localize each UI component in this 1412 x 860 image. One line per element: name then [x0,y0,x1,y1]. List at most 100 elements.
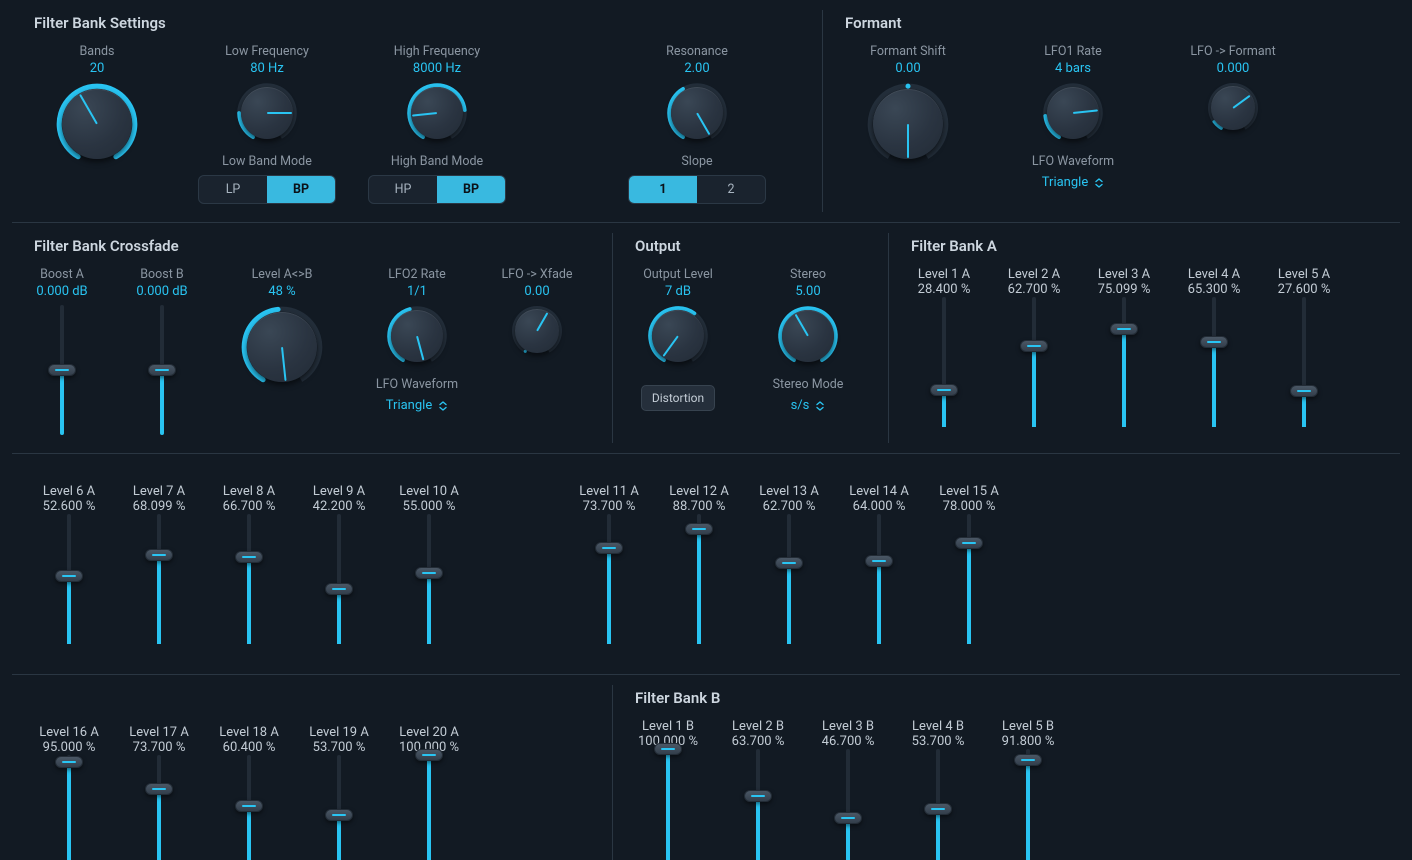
stereo-label: Stereo [790,267,826,282]
boost-b-slider[interactable] [152,305,172,435]
low-band-mode-label: Low Band Mode [222,154,312,169]
boost-a-value: 0.000 dB [36,284,87,299]
crossfade-lfo-waveform-label: LFO Waveform [376,377,458,392]
level-a-2-value: 62.700 % [1008,282,1061,297]
level-a-16-value: 95.000 % [43,740,96,755]
level-a-18-slider[interactable] [239,755,259,860]
level-a-6-slider[interactable] [59,514,79,644]
bands-value: 20 [90,61,105,76]
bands-knob[interactable] [55,82,139,166]
slope-label: Slope [681,154,712,169]
stereo-value: 5.00 [795,284,820,299]
level-a-12-slider[interactable] [689,514,709,644]
level-a-5-label: Level 5 A [1278,267,1330,282]
resonance-label: Resonance [666,44,728,59]
stereo-mode-dropdown[interactable]: s/s [791,398,826,413]
level-b-5-slider[interactable] [1018,749,1038,860]
low-band-mode-bp[interactable]: BP [267,176,335,203]
filter-bank-settings-title: Filter Bank Settings [12,0,822,38]
level-b-4-slider[interactable] [928,749,948,860]
level-a-18-label: Level 18 A [219,725,279,740]
level-a-14-slider[interactable] [869,514,889,644]
level-a-16-slider[interactable] [59,755,79,860]
formant-lfo-waveform-dropdown[interactable]: Triangle [1042,175,1104,190]
slope-toggle[interactable]: 1 2 [628,175,766,204]
level-b-4-value: 53.700 % [912,734,965,749]
filter-bank-b-title: Filter Bank B [613,675,1400,713]
level-a-11-slider[interactable] [599,514,619,644]
boost-a-slider[interactable] [52,305,72,435]
level-a-9-slider[interactable] [329,514,349,644]
high-freq-label: High Frequency [394,44,480,59]
level-ab-label: Level A<>B [252,267,313,282]
level-a-13-slider[interactable] [779,514,799,644]
level-a-10-value: 55.000 % [403,499,456,514]
level-a-11-value: 73.700 % [583,499,636,514]
low-freq-knob[interactable] [236,82,298,144]
level-b-3-slider[interactable] [838,749,858,860]
level-a-17-value: 73.700 % [133,740,186,755]
slope-opt-2[interactable]: 2 [697,176,765,203]
high-band-mode-hp[interactable]: HP [369,176,437,203]
level-a-2-slider[interactable] [1024,297,1044,427]
level-b-1-slider[interactable] [658,749,678,860]
crossfade-lfo-waveform-value: Triangle [386,398,432,413]
level-a-15-label: Level 15 A [939,484,999,499]
lfo-to-formant-knob[interactable] [1207,82,1259,134]
level-a-7-value: 68.099 % [133,499,186,514]
level-a-10-slider[interactable] [419,514,439,644]
lfo1-rate-knob[interactable] [1042,82,1104,144]
level-a-10-label: Level 10 A [399,484,459,499]
level-a-20-label: Level 20 A [399,725,459,740]
level-a-3-slider[interactable] [1114,297,1134,427]
level-a-8-slider[interactable] [239,514,259,644]
level-b-4-label: Level 4 B [912,719,964,734]
level-a-7-label: Level 7 A [133,484,185,499]
low-band-mode-toggle[interactable]: LP BP [198,175,336,204]
level-b-2-slider[interactable] [748,749,768,860]
lfo-xfade-knob[interactable] [511,305,563,357]
high-freq-knob[interactable] [406,82,468,144]
lfo2-rate-label: LFO2 Rate [388,267,446,282]
lfo2-rate-value: 1/1 [407,284,427,299]
stereo-knob[interactable] [777,305,839,367]
level-a-13-value: 62.700 % [763,499,816,514]
level-a-17-slider[interactable] [149,755,169,860]
low-freq-label: Low Frequency [225,44,309,59]
lfo1-rate-label: LFO1 Rate [1044,44,1102,59]
stereo-mode-value: s/s [791,398,810,413]
slope-opt-1[interactable]: 1 [629,176,697,203]
level-ab-knob[interactable] [240,305,324,389]
level-a-15-slider[interactable] [959,514,979,644]
lfo-to-formant-value: 0.000 [1217,61,1250,76]
level-a-13-label: Level 13 A [759,484,819,499]
stereo-mode-label: Stereo Mode [773,377,844,392]
level-a-2-label: Level 2 A [1008,267,1060,282]
lfo2-rate-knob[interactable] [386,305,448,367]
output-level-knob[interactable] [647,305,709,367]
level-a-19-slider[interactable] [329,755,349,860]
level-a-1-slider[interactable] [934,297,954,427]
level-a-16-label: Level 16 A [39,725,99,740]
level-b-5-label: Level 5 B [1002,719,1054,734]
crossfade-lfo-waveform-dropdown[interactable]: Triangle [386,398,448,413]
level-b-1-label: Level 1 B [642,719,694,734]
formant-shift-label: Formant Shift [870,44,946,59]
level-a-20-slider[interactable] [419,755,439,860]
level-a-6-value: 52.600 % [43,499,96,514]
level-b-5-value: 91.800 % [1002,734,1055,749]
high-band-mode-bp[interactable]: BP [437,176,505,203]
level-a-7-slider[interactable] [149,514,169,644]
high-band-mode-toggle[interactable]: HP BP [368,175,506,204]
level-a-5-slider[interactable] [1294,297,1314,427]
distortion-button[interactable]: Distortion [641,385,715,411]
level-a-15-value: 78.000 % [943,499,996,514]
boost-a-label: Boost A [40,267,84,282]
level-a-3-value: 75.099 % [1098,282,1151,297]
level-a-4-slider[interactable] [1204,297,1224,427]
formant-shift-knob[interactable] [866,82,950,166]
chevron-updown-icon [815,401,825,411]
level-a-8-value: 66.700 % [223,499,276,514]
resonance-knob[interactable] [666,82,728,144]
low-band-mode-lp[interactable]: LP [199,176,267,203]
